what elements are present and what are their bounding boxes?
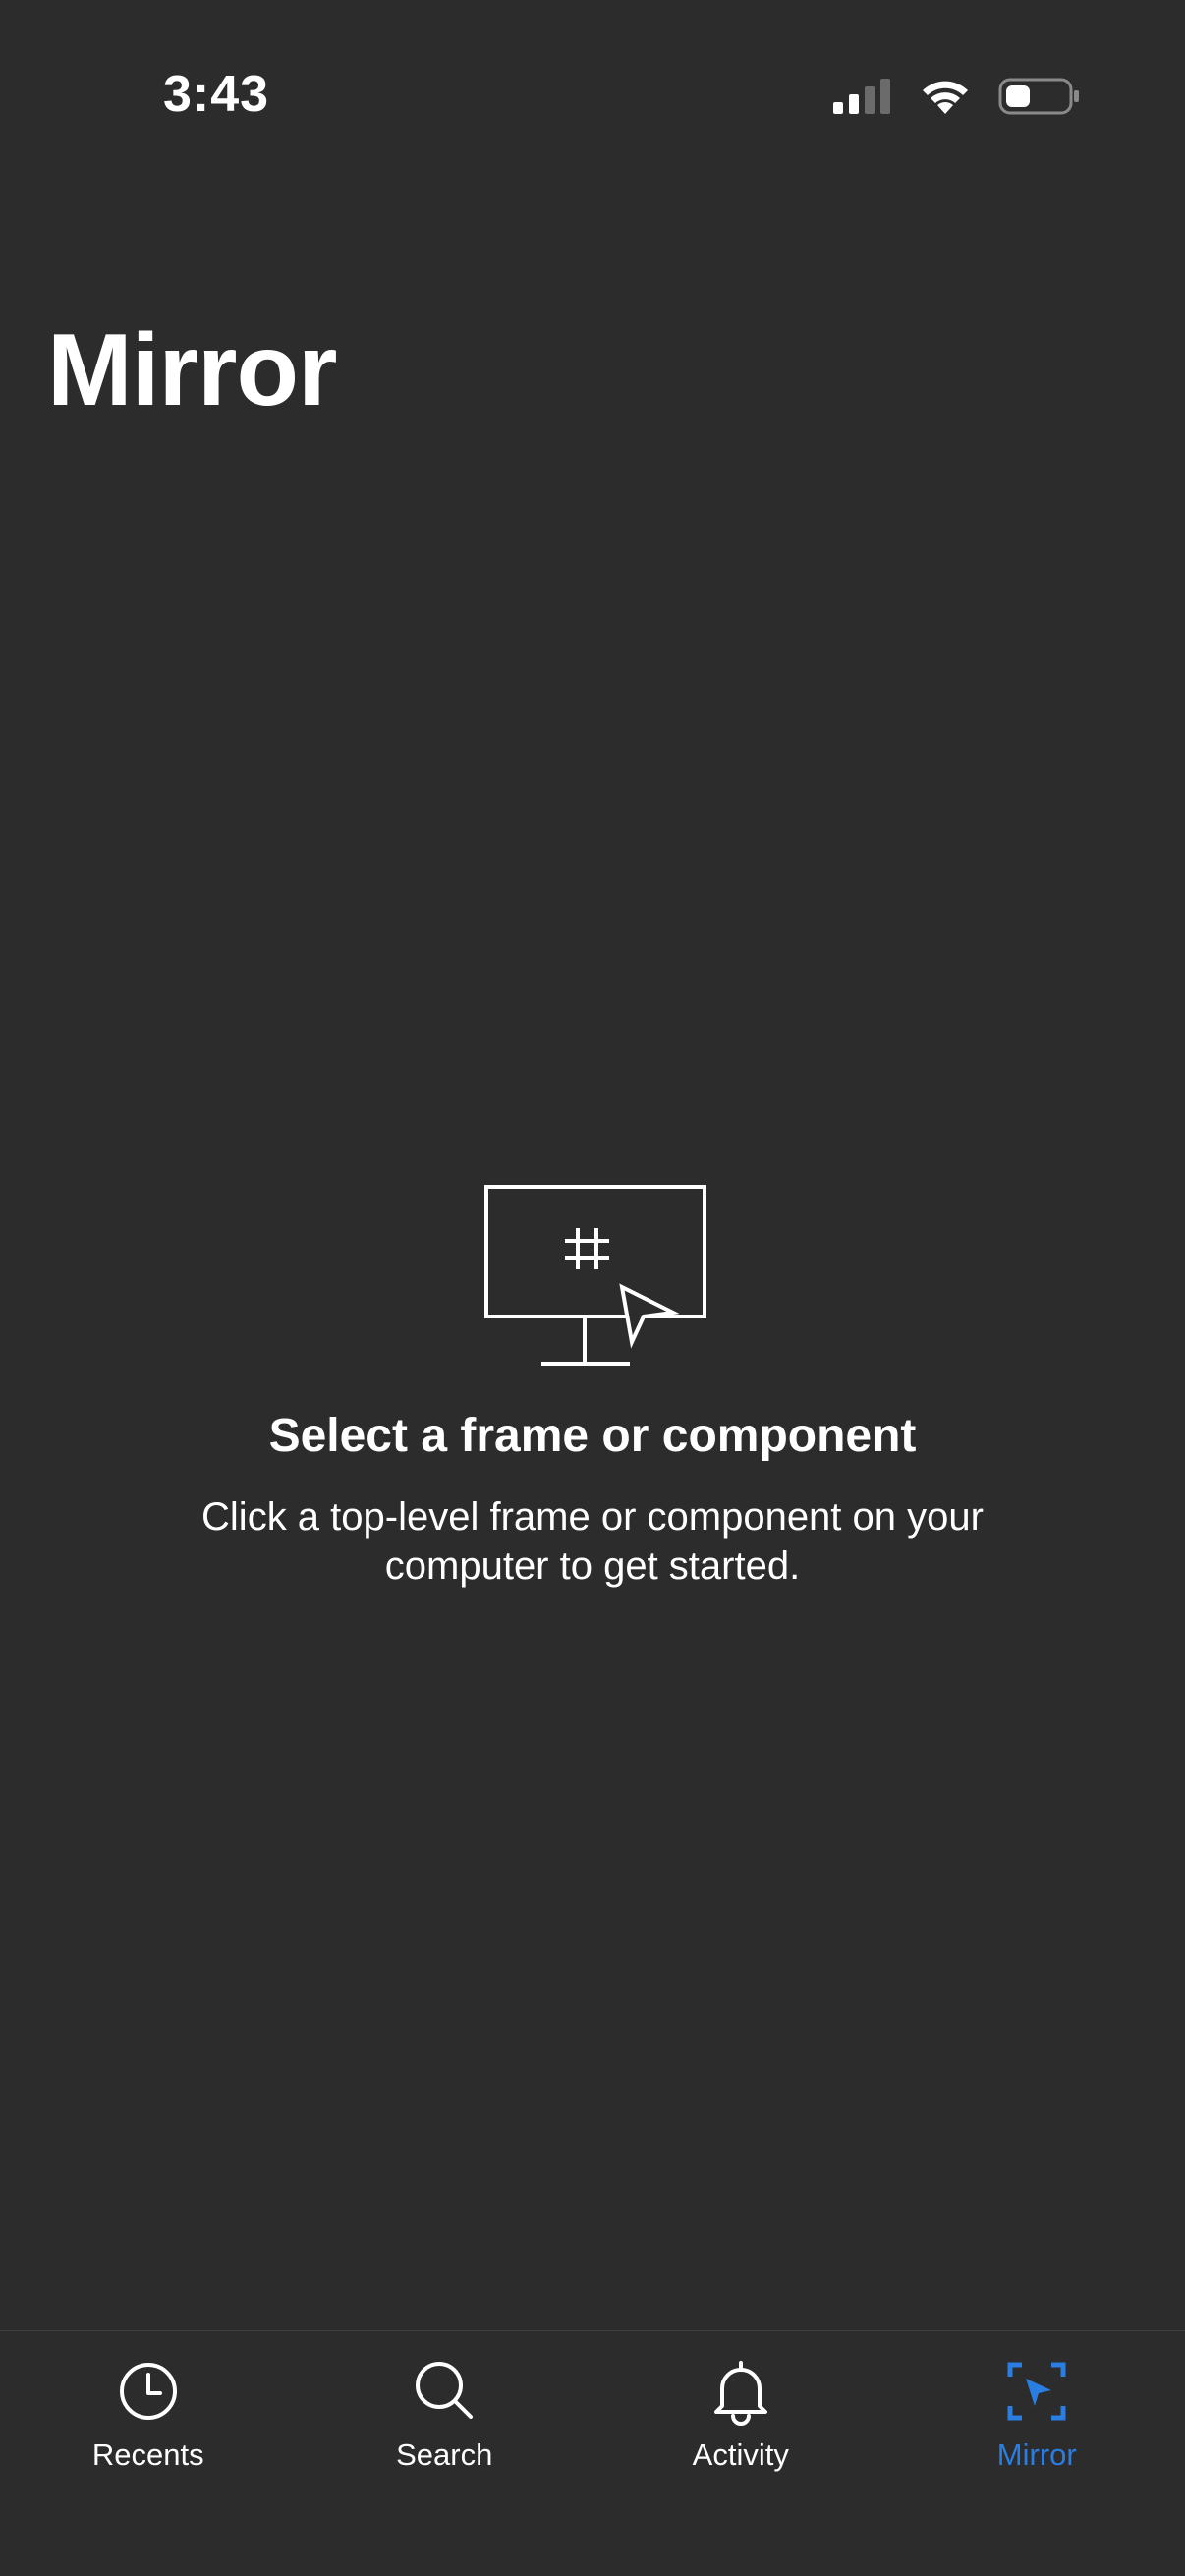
empty-state: Select a frame or component Click a top-… [0, 1179, 1185, 1591]
tab-recents-label: Recents [91, 2437, 204, 2472]
tab-search-label: Search [396, 2437, 493, 2472]
tab-recents[interactable]: Recents [0, 2331, 297, 2576]
mirror-screen: 3:43 Mirror Select a frame or component … [0, 0, 1185, 2576]
empty-state-description: Click a top-level frame or component on … [201, 1495, 984, 1588]
tab-mirror[interactable]: Mirror [889, 2331, 1185, 2576]
tab-search[interactable]: Search [297, 2331, 593, 2576]
status-time: 3:43 [163, 66, 270, 123]
wifi-icon [923, 81, 968, 114]
status-icons [831, 77, 1081, 116]
tab-activity-label: Activity [692, 2437, 789, 2472]
monitor-cursor-icon [484, 1185, 706, 1366]
battery-icon [998, 78, 1079, 115]
empty-state-title: Select a frame or component [268, 1410, 917, 1462]
clock-icon [119, 2363, 177, 2420]
search-icon [416, 2362, 474, 2419]
tab-activity[interactable]: Activity [592, 2331, 889, 2576]
tab-mirror-label: Mirror [996, 2437, 1077, 2472]
mirror-cursor-icon [1007, 2362, 1066, 2421]
bell-icon [713, 2361, 767, 2426]
status-bar: 3:43 [0, 0, 1185, 196]
page-title: Mirror [47, 313, 337, 427]
tab-bar: Recents Search Activity Mirror [0, 2330, 1185, 2576]
cellular-signal-icon [833, 79, 890, 114]
